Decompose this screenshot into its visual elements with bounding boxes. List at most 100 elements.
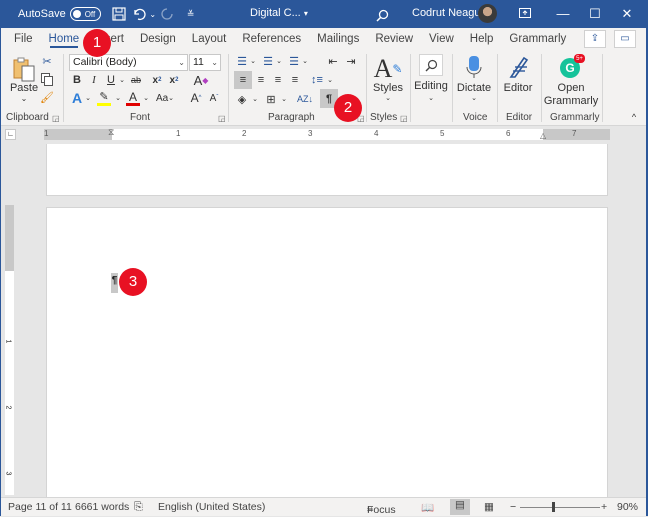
autosave-toggle[interactable]: Off (69, 7, 101, 21)
dictate-dropdown-icon[interactable]: ⌄ (456, 94, 492, 102)
styles-launcher-icon[interactable]: ◲ (400, 114, 408, 123)
right-indent-marker[interactable]: △ (540, 131, 546, 140)
editor-label[interactable]: Editor (500, 82, 536, 94)
paste-dropdown-icon[interactable]: ⌄ (10, 94, 38, 103)
search-icon[interactable] (372, 5, 392, 25)
minimize-icon[interactable]: — (553, 4, 573, 24)
paste-icon[interactable] (10, 56, 38, 84)
align-right-button[interactable]: ≡ (270, 71, 286, 89)
font-color-icon[interactable]: A (126, 90, 140, 106)
open-grammarly-label-line2[interactable]: Grammarly (544, 95, 598, 107)
editing-label[interactable]: Editing (413, 80, 449, 92)
zoom-out-icon[interactable]: − (510, 501, 516, 513)
open-grammarly-label-line1[interactable]: Open (545, 82, 597, 94)
tab-review[interactable]: Review (367, 28, 421, 50)
tab-view[interactable]: View (421, 28, 462, 50)
tab-help[interactable]: Help (462, 28, 502, 50)
document-page-previous[interactable] (46, 144, 608, 196)
styles-label[interactable]: Styles (372, 82, 404, 94)
zoom-in-icon[interactable]: + (601, 501, 607, 513)
tab-references[interactable]: References (234, 28, 309, 50)
sort-icon[interactable]: AZ↓ (296, 90, 314, 108)
collapse-ribbon-icon[interactable]: ^ (628, 112, 640, 122)
vertical-ruler[interactable]: 1 2 3 (4, 205, 14, 495)
copy-icon[interactable] (40, 72, 54, 86)
increase-indent-icon[interactable]: ⇥ (343, 53, 359, 69)
tab-grammarly[interactable]: Grammarly (501, 28, 574, 50)
dictate-label[interactable]: Dictate (456, 82, 492, 94)
save-icon[interactable] (109, 4, 129, 24)
tab-design[interactable]: Design (132, 28, 184, 50)
font-size-combo[interactable]: 11 ⌄ (189, 54, 221, 71)
page-count[interactable]: Page 11 of 11 (8, 501, 72, 513)
styles-icon[interactable]: A ✎ (372, 54, 404, 84)
highlight-dropdown-icon[interactable]: ⌄ (114, 90, 122, 106)
document-title[interactable]: Digital C... ▾ (250, 7, 308, 19)
tab-selector-icon[interactable]: ∟ (5, 129, 16, 140)
print-layout-icon[interactable]: ▤ (450, 499, 470, 515)
undo-dropdown-icon[interactable]: ⌄ (149, 4, 157, 24)
underline-dropdown-icon[interactable]: ⌄ (118, 72, 126, 88)
font-name-combo[interactable]: Calibri (Body) ⌄ (69, 54, 188, 71)
proofing-icon[interactable]: ⎘ (134, 501, 143, 514)
user-name[interactable]: Codrut Neagu (412, 7, 481, 19)
bold-button[interactable]: B (70, 72, 84, 88)
ribbon-display-options-icon[interactable] (515, 4, 535, 24)
text-effects-icon[interactable]: A (70, 90, 84, 106)
tab-layout[interactable]: Layout (184, 28, 235, 50)
subscript-button[interactable]: x2 (150, 72, 164, 88)
shading-icon[interactable]: ◈ (234, 90, 250, 108)
document-page-current[interactable] (46, 207, 608, 497)
share-icon[interactable]: ⇪ (584, 30, 606, 48)
superscript-button[interactable]: x2 (167, 72, 181, 88)
editing-icon[interactable] (419, 54, 443, 76)
avatar[interactable] (478, 4, 497, 23)
highlight-icon[interactable]: ✎ (97, 90, 111, 106)
comments-icon[interactable]: ▭ (614, 30, 636, 48)
tab-mailings[interactable]: Mailings (309, 28, 367, 50)
bullets-dropdown-icon[interactable]: ⌄ (249, 53, 257, 69)
font-launcher-icon[interactable]: ◲ (218, 114, 226, 123)
shrink-font-icon[interactable]: Aˇ (207, 90, 221, 106)
editor-icon[interactable] (506, 54, 530, 80)
styles-dropdown-icon[interactable]: ⌄ (372, 94, 404, 102)
grow-font-icon[interactable]: A ^ (189, 90, 203, 106)
multilevel-dropdown-icon[interactable]: ⌄ (301, 53, 309, 69)
paste-label[interactable]: Paste (10, 82, 38, 94)
font-color-dropdown-icon[interactable]: ⌄ (142, 90, 150, 106)
align-center-button[interactable]: ≡ (253, 71, 269, 89)
borders-icon[interactable]: ⊞ (263, 90, 279, 108)
borders-dropdown-icon[interactable]: ⌄ (280, 90, 288, 108)
multilevel-list-icon[interactable]: ☰ (286, 53, 302, 69)
clipboard-launcher-icon[interactable]: ◲ (52, 114, 60, 123)
justify-button[interactable]: ≡ (287, 71, 303, 89)
underline-button[interactable]: U (104, 72, 118, 88)
clear-formatting-icon[interactable]: A ◆ (192, 72, 210, 88)
zoom-level[interactable]: 90% (617, 501, 638, 513)
format-painter-icon[interactable]: 🖌 (40, 90, 54, 104)
close-icon[interactable]: ✕ (617, 4, 637, 24)
read-mode-icon[interactable]: 📖 (421, 501, 434, 514)
change-case-button[interactable]: Aa ⌄ (154, 90, 176, 106)
word-count[interactable]: 6661 words (75, 501, 129, 513)
undo-icon[interactable] (129, 4, 149, 24)
bullets-icon[interactable]: ☰ (234, 53, 250, 69)
zoom-slider-thumb[interactable] (552, 502, 555, 512)
maximize-icon[interactable]: ☐ (585, 4, 605, 24)
microphone-icon[interactable] (464, 54, 484, 80)
cut-icon[interactable]: ✂ (40, 54, 54, 68)
web-layout-icon[interactable]: ▦ (484, 501, 494, 513)
redo-icon[interactable] (157, 4, 177, 24)
shading-dropdown-icon[interactable]: ⌄ (251, 90, 259, 108)
customize-qat-icon[interactable]: ≚ (181, 4, 201, 24)
tab-file[interactable]: File (6, 28, 41, 50)
line-spacing-dropdown-icon[interactable]: ⌄ (326, 71, 334, 89)
numbering-dropdown-icon[interactable]: ⌄ (275, 53, 283, 69)
text-effects-dropdown-icon[interactable]: ⌄ (84, 90, 92, 106)
italic-button[interactable]: I (87, 72, 101, 88)
align-left-button[interactable]: ≡ (234, 71, 252, 89)
zoom-slider-track[interactable] (520, 507, 600, 508)
first-line-indent-marker[interactable]: ⧖ (108, 127, 114, 138)
strikethrough-button[interactable]: ab (128, 72, 144, 88)
editing-dropdown-icon[interactable]: ⌄ (413, 94, 449, 102)
